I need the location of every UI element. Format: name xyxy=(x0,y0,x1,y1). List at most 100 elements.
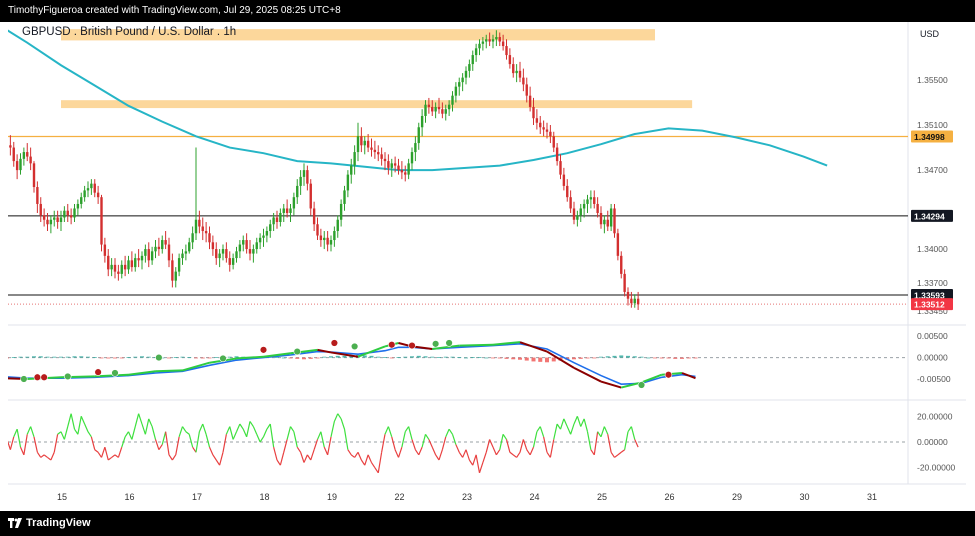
oscillator-segment xyxy=(600,426,605,438)
oscillator-segment xyxy=(357,452,362,461)
macd-histogram-bar xyxy=(167,357,171,359)
candle-body xyxy=(235,251,238,259)
macd-cross-dot xyxy=(111,369,119,377)
candle-body xyxy=(272,217,275,225)
candle-body xyxy=(336,219,339,232)
candle-body xyxy=(201,226,204,232)
macd-histogram-bar xyxy=(275,357,279,358)
oscillator-segment xyxy=(610,451,616,458)
oscillator-segment xyxy=(111,454,116,458)
oscillator-segment xyxy=(522,439,528,450)
oscillator-segment xyxy=(60,431,65,440)
oscillator-segment xyxy=(435,454,440,461)
oscillator-segment xyxy=(165,431,170,455)
oscillator-segment xyxy=(495,449,501,456)
macd-histogram-bar xyxy=(322,356,327,358)
oscillator-segment xyxy=(239,423,244,430)
oscillator-segment xyxy=(262,428,268,438)
candle-body xyxy=(123,264,127,270)
candle-body xyxy=(80,197,83,204)
oscillator-segment xyxy=(269,423,275,448)
oscillator-segment xyxy=(505,439,511,453)
candle-body xyxy=(424,104,427,116)
oscillator-segment xyxy=(300,452,305,463)
candle-body xyxy=(282,208,285,213)
macd-histogram-bar xyxy=(329,356,333,358)
candle-body xyxy=(177,258,181,272)
macd-histogram-bar xyxy=(518,357,522,360)
candle-body xyxy=(29,156,32,164)
oscillator-segment xyxy=(141,423,146,435)
macd-histogram-bar xyxy=(11,357,16,358)
candle-body xyxy=(110,264,113,270)
footer-bar: TradingView xyxy=(0,511,975,536)
candle-body xyxy=(316,224,319,236)
x-tick-label: 23 xyxy=(462,492,472,502)
candle-body xyxy=(390,163,393,168)
oscillator-segment xyxy=(394,449,400,458)
oscillator-segment xyxy=(117,446,123,458)
oscillator-segment xyxy=(489,439,494,448)
y-tick-label: 1.35100 xyxy=(917,120,948,130)
candle-body xyxy=(42,215,46,220)
y-tick-label: 1.35500 xyxy=(917,75,948,85)
macd-histogram-bar xyxy=(497,357,502,359)
candle-body xyxy=(157,246,161,250)
x-tick-label: 29 xyxy=(732,492,742,502)
oscillator-segment xyxy=(23,434,28,455)
candle-body xyxy=(242,240,245,245)
candle-body xyxy=(218,253,221,259)
tradingview-logo-icon[interactable] xyxy=(8,518,22,528)
x-tick-label: 24 xyxy=(530,492,540,502)
candle-body xyxy=(265,231,269,236)
macd-cross-dot xyxy=(388,341,396,349)
candle-body xyxy=(454,86,458,96)
oscillator-segment xyxy=(350,454,355,458)
macd-histogram-bar xyxy=(464,357,468,359)
oscillator-segment xyxy=(472,454,477,466)
oscillator-segment xyxy=(208,446,214,456)
candle-body xyxy=(458,82,461,87)
x-tick-label: 19 xyxy=(327,492,337,502)
macd-histogram-bar xyxy=(632,356,637,358)
candle-body xyxy=(184,251,188,254)
price-badge-label: 1.33512 xyxy=(914,300,945,310)
macd-cross-dot xyxy=(408,341,416,350)
macd-histogram-bar xyxy=(416,355,421,358)
candle-body xyxy=(252,249,255,254)
macd-histogram-bar xyxy=(423,356,428,358)
candle-body xyxy=(231,258,235,265)
oscillator-segment xyxy=(492,446,497,456)
candle-body xyxy=(508,55,512,65)
macd-histogram-bar xyxy=(383,357,387,358)
candle-body xyxy=(377,152,380,155)
oscillator-segment xyxy=(26,426,32,435)
oscillator-segment xyxy=(225,426,231,435)
oscillator-segment xyxy=(30,426,35,438)
candle-body xyxy=(576,215,579,220)
chart-svg[interactable]: GBPUSD . British Pound / U.S. Dollar . 1… xyxy=(0,22,975,511)
oscillator-y-tick-label: 0.00000 xyxy=(917,437,948,447)
oscillator-segment xyxy=(246,421,251,437)
candle-body xyxy=(103,244,107,256)
supply-zone xyxy=(61,100,693,109)
oscillator-segment xyxy=(134,413,140,427)
oscillator-segment xyxy=(124,431,130,438)
oscillator-segment xyxy=(16,429,22,448)
candle-body xyxy=(559,161,562,175)
macd-histogram-bar xyxy=(612,355,617,358)
macd-histogram-bar xyxy=(653,357,657,359)
oscillator-segment xyxy=(67,413,72,427)
macd-histogram-bar xyxy=(369,355,374,358)
candle-body xyxy=(444,109,447,114)
oscillator-segment xyxy=(13,428,18,438)
oscillator-segment xyxy=(478,462,484,474)
oscillator-segment xyxy=(593,431,599,455)
candle-body xyxy=(387,161,390,168)
main-pane xyxy=(8,29,908,310)
oscillator-segment xyxy=(259,436,265,443)
macd-histogram-bar xyxy=(599,356,603,358)
candle-body xyxy=(485,39,488,42)
macd-histogram-bar xyxy=(214,357,219,358)
candle-body xyxy=(49,219,53,225)
